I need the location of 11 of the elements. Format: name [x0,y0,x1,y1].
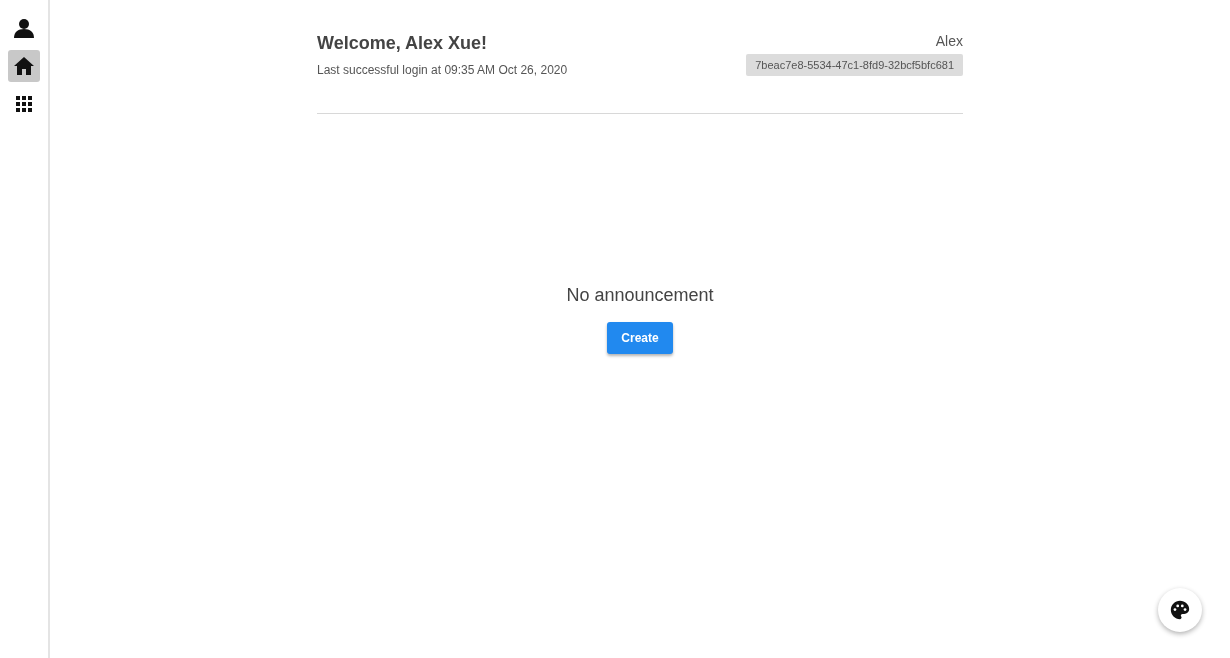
home-nav-button[interactable] [8,50,40,82]
home-icon [12,54,36,78]
theme-button[interactable] [1158,588,1202,632]
welcome-title: Welcome, Alex Xue! [317,33,489,54]
last-login-text: Last successful login at 09:35 AM Oct 26, 2020 [317,63,568,77]
create-button[interactable]: Create [607,322,673,354]
empty-message: No announcement [566,285,714,306]
username: Alex [935,33,963,49]
user-id-tag: 7beac7e8-5534-47c1-8fd9-32bcf5bfc681 [746,54,963,76]
person-icon [12,16,36,40]
palette-icon [1169,599,1191,621]
